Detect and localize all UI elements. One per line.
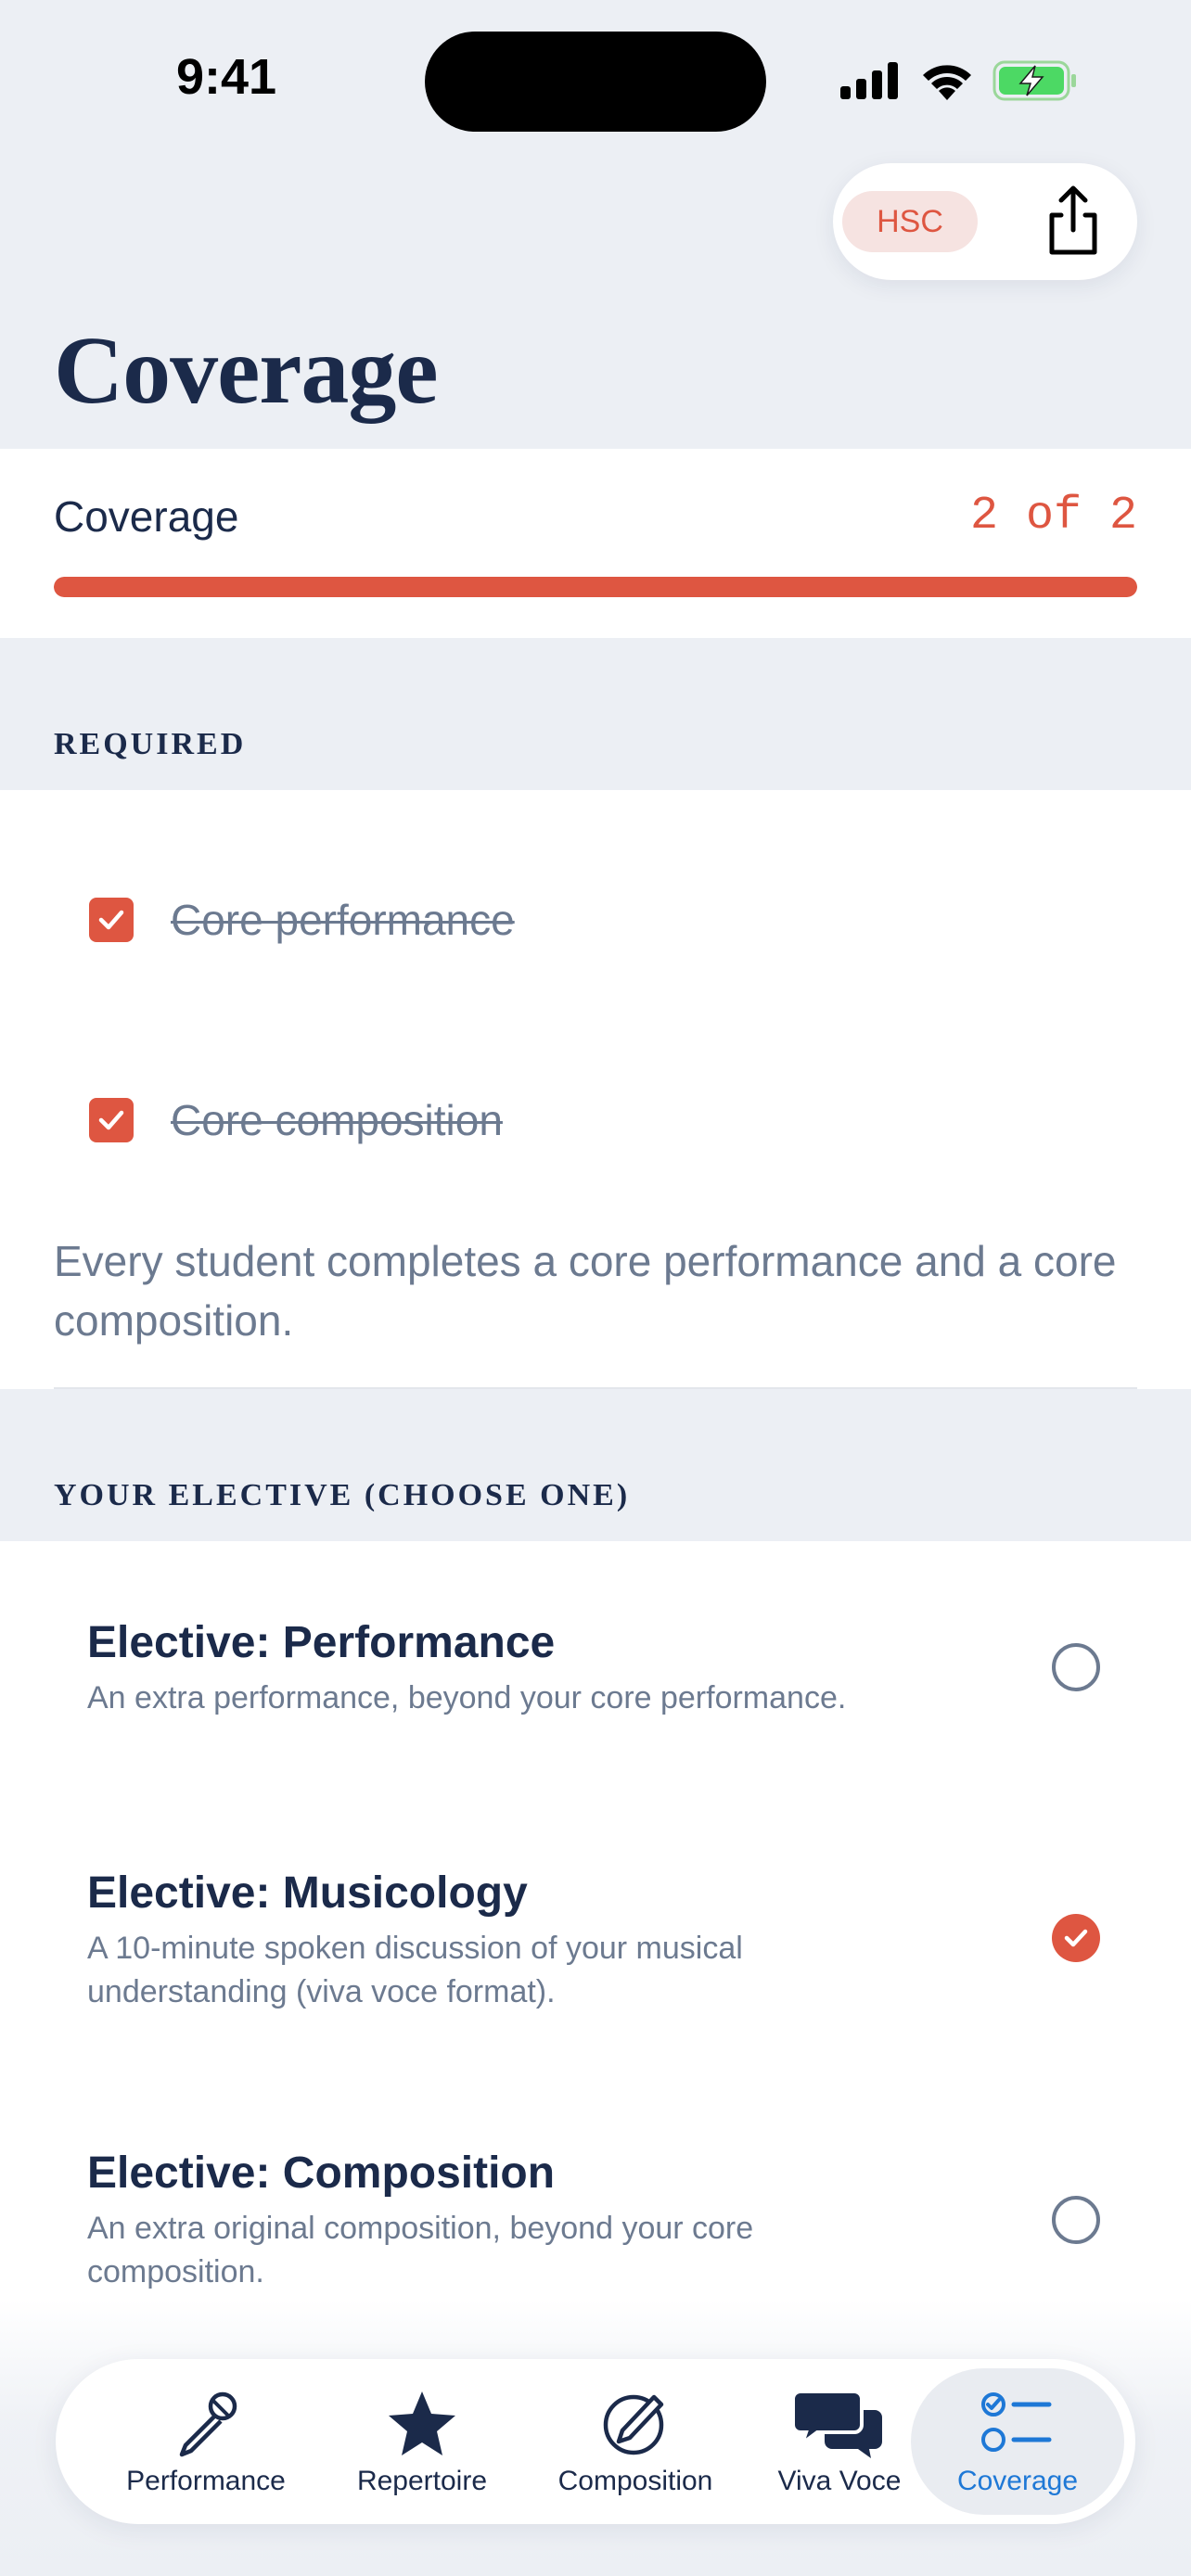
tab-performance[interactable]: Performance bbox=[96, 2359, 315, 2524]
tab-label: Performance bbox=[126, 2466, 286, 2496]
checkmark-icon bbox=[98, 910, 124, 930]
tab-bar: Performance Repertoire Composition Viva … bbox=[56, 2359, 1135, 2524]
checkbox-checked[interactable] bbox=[89, 1098, 134, 1142]
required-note: Every student completes a core performan… bbox=[54, 1237, 1117, 1345]
tab-label: Coverage bbox=[956, 2466, 1079, 2496]
cellular-signal-icon bbox=[840, 62, 898, 99]
page-title: Coverage bbox=[54, 317, 439, 424]
star-icon bbox=[389, 2391, 455, 2455]
tab-label: Repertoire bbox=[356, 2466, 488, 2496]
radio-unselected[interactable] bbox=[1052, 2196, 1100, 2244]
status-time: 9:41 bbox=[176, 49, 277, 105]
divider bbox=[54, 1387, 1137, 1389]
speech-bubbles-icon bbox=[793, 2390, 882, 2458]
required-item-core-composition[interactable]: Core composition bbox=[89, 1092, 503, 1148]
checkmark-icon bbox=[98, 1110, 124, 1130]
elective-title: Elective: Composition bbox=[87, 2149, 556, 2198]
share-icon bbox=[1049, 185, 1097, 255]
elective-description: An extra original composition, beyond yo… bbox=[87, 2211, 754, 2289]
wifi-icon bbox=[923, 65, 971, 100]
elective-description: An extra performance, beyond your core p… bbox=[87, 1680, 847, 1715]
radio-unselected[interactable] bbox=[1052, 1643, 1100, 1691]
required-item-label: Core composition bbox=[171, 1096, 503, 1144]
dynamic-island bbox=[425, 32, 766, 132]
elective-option-musicology[interactable]: Elective: Musicology A 10-minute spoken … bbox=[0, 1782, 1191, 2060]
checklist-icon bbox=[981, 2392, 1052, 2452]
radio-selected[interactable] bbox=[1052, 1914, 1100, 1962]
required-section-header: REQUIRED bbox=[54, 727, 247, 761]
coverage-label: Coverage bbox=[54, 492, 239, 541]
coverage-progress-fill bbox=[54, 577, 1137, 597]
required-item-label: Core performance bbox=[171, 896, 515, 944]
tab-label: Viva Voce bbox=[777, 2466, 902, 2496]
tab-repertoire[interactable]: Repertoire bbox=[325, 2359, 519, 2524]
share-button[interactable] bbox=[1041, 184, 1106, 258]
required-item-core-performance[interactable]: Core performance bbox=[89, 892, 515, 948]
microphone-icon bbox=[179, 2391, 237, 2457]
elective-description: A 10-minute spoken discussion of your mu… bbox=[87, 1931, 743, 2009]
required-list: Core performance Core composition Every … bbox=[0, 790, 1191, 1389]
elective-title: Elective: Musicology bbox=[87, 1868, 528, 1918]
tab-coverage[interactable]: Coverage bbox=[911, 2368, 1124, 2515]
coverage-progress-bar bbox=[54, 577, 1137, 597]
status-bar: 9:41 bbox=[0, 0, 1191, 148]
coverage-count: 2 of 2 bbox=[969, 490, 1137, 542]
checkmark-icon bbox=[1064, 1929, 1088, 1947]
elective-title: Elective: Performance bbox=[87, 1618, 556, 1667]
course-badge[interactable]: HSC bbox=[842, 191, 978, 252]
elective-option-performance[interactable]: Elective: Performance An extra performan… bbox=[0, 1541, 1191, 1782]
battery-charging-icon bbox=[992, 60, 1076, 101]
status-icons bbox=[840, 57, 1078, 104]
tab-composition[interactable]: Composition bbox=[529, 2359, 742, 2524]
tab-label: Composition bbox=[557, 2466, 713, 2496]
elective-section-header: YOUR ELECTIVE (CHOOSE ONE) bbox=[54, 1478, 631, 1512]
coverage-summary: Coverage 2 of 2 bbox=[0, 449, 1191, 638]
elective-option-composition[interactable]: Elective: Composition An extra original … bbox=[0, 2060, 1191, 2339]
checkbox-checked[interactable] bbox=[89, 898, 134, 942]
tab-viva-voce[interactable]: Viva Voce bbox=[751, 2359, 928, 2524]
pencil-circle-icon bbox=[603, 2394, 664, 2455]
